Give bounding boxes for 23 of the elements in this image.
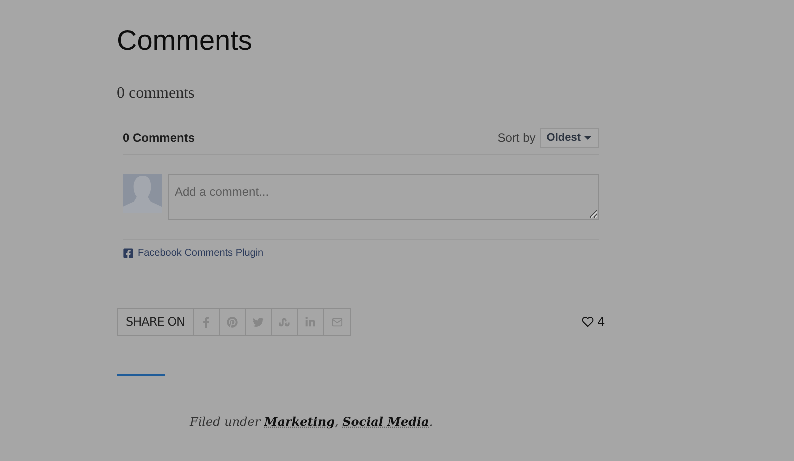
facebook-icon [123,248,134,259]
avatar-icon [123,174,162,213]
plugin-link[interactable]: Facebook Comments Plugin [138,246,264,261]
heart-icon[interactable] [582,316,594,328]
share-label: SHARE ON [118,309,194,335]
comments-title: 0 Comments [123,130,196,147]
caret-icon [584,136,592,140]
category-link[interactable]: Marketing [264,415,335,429]
pinterest-icon [227,316,238,328]
linkedin-icon [305,316,316,328]
stumbleupon-icon [279,316,290,328]
comment-count: 0 comments [117,84,195,104]
sort-dropdown[interactable]: Oldest [540,128,599,148]
sort-label: Sort by [498,130,536,147]
comment-field[interactable]: Add a comment... [168,174,599,220]
accent-rule [117,374,165,376]
mail-icon [332,316,343,328]
filed-under-text: Filed under Marketing, Social Media. [190,414,434,431]
section-heading: Comments [117,24,252,58]
category-link[interactable]: Social Media [342,415,430,429]
twitter-icon [253,316,264,328]
like-count: 4 [598,313,605,332]
facebook-icon [201,316,212,328]
